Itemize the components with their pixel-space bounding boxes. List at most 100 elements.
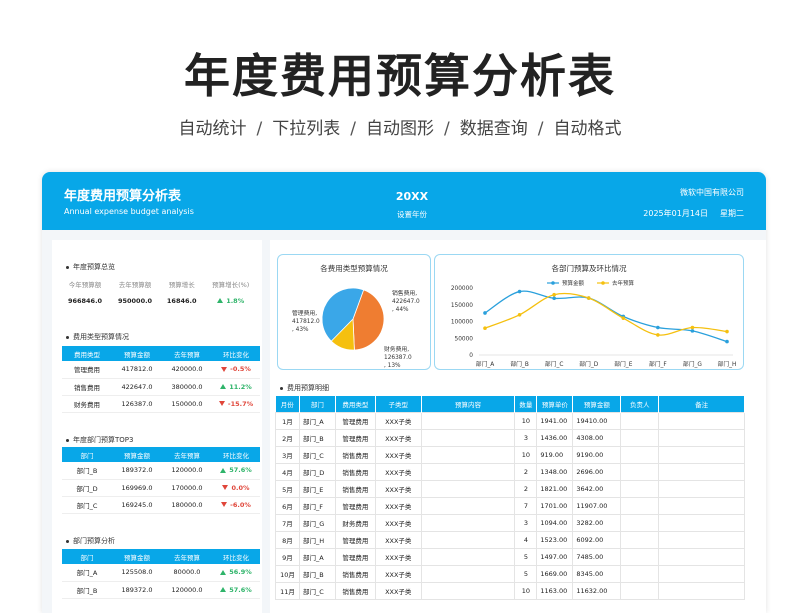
detail-cell[interactable]: 部门_E	[298, 479, 336, 498]
detail-cell[interactable]	[420, 564, 516, 583]
detail-cell[interactable]: 1821.00	[536, 479, 574, 498]
detail-cell[interactable]	[658, 496, 745, 515]
detail-cell[interactable]: XXX子类	[374, 513, 422, 532]
detail-cell[interactable]: 5	[514, 547, 538, 566]
detail-cell[interactable]: 11月	[275, 581, 300, 600]
detail-cell[interactable]	[420, 513, 516, 532]
detail-cell[interactable]: 7485.00	[572, 547, 622, 566]
detail-cell[interactable]	[620, 513, 660, 532]
detail-cell[interactable]: 9190.00	[572, 445, 622, 464]
detail-cell[interactable]: 3	[514, 513, 538, 532]
detail-cell[interactable]: 10	[514, 411, 538, 430]
detail-cell[interactable]	[420, 530, 516, 549]
detail-cell[interactable]: 8月	[275, 530, 300, 549]
detail-cell[interactable]: 部门_C	[298, 581, 336, 600]
detail-cell[interactable]: 5月	[275, 479, 300, 498]
detail-cell[interactable]	[420, 581, 516, 600]
detail-cell[interactable]: 4	[514, 530, 538, 549]
detail-cell[interactable]	[420, 547, 516, 566]
detail-cell[interactable]	[420, 462, 516, 481]
detail-cell[interactable]	[420, 496, 516, 515]
detail-cell[interactable]	[620, 496, 660, 515]
detail-cell[interactable]: 销售费用	[334, 581, 376, 600]
detail-cell[interactable]: 6月	[275, 496, 300, 515]
detail-cell[interactable]	[420, 445, 516, 464]
detail-cell[interactable]: 1523.00	[536, 530, 574, 549]
detail-cell[interactable]: 919.00	[536, 445, 574, 464]
detail-cell[interactable]: 销售费用	[334, 445, 376, 464]
detail-cell[interactable]: 财务费用	[334, 513, 376, 532]
detail-cell[interactable]: 3月	[275, 445, 300, 464]
detail-cell[interactable]: 部门_C	[298, 445, 336, 464]
detail-cell[interactable]: 3	[514, 428, 538, 447]
detail-cell[interactable]	[658, 411, 745, 430]
detail-cell[interactable]: 部门_F	[298, 496, 336, 515]
detail-cell[interactable]: 销售费用	[334, 564, 376, 583]
detail-cell[interactable]: 管理费用	[334, 428, 376, 447]
detail-cell[interactable]	[658, 513, 745, 532]
detail-cell[interactable]: 1436.00	[536, 428, 574, 447]
detail-cell[interactable]: 1月	[275, 411, 300, 430]
detail-cell[interactable]	[420, 479, 516, 498]
detail-cell[interactable]: 管理费用	[334, 530, 376, 549]
detail-cell[interactable]: 部门_H	[298, 530, 336, 549]
detail-cell[interactable]: XXX子类	[374, 445, 422, 464]
detail-cell[interactable]	[420, 428, 516, 447]
detail-cell[interactable]: 4308.00	[572, 428, 622, 447]
detail-cell[interactable]: 部门_A	[298, 547, 336, 566]
detail-cell[interactable]	[620, 411, 660, 430]
detail-cell[interactable]: XXX子类	[374, 462, 422, 481]
detail-cell[interactable]: 3642.00	[572, 479, 622, 498]
detail-cell[interactable]: 1941.00	[536, 411, 574, 430]
detail-cell[interactable]	[620, 445, 660, 464]
detail-cell[interactable]: 销售费用	[334, 462, 376, 481]
detail-cell[interactable]: 11907.00	[572, 496, 622, 515]
detail-cell[interactable]	[658, 445, 745, 464]
detail-cell[interactable]: 7月	[275, 513, 300, 532]
detail-cell[interactable]: 1701.00	[536, 496, 574, 515]
detail-cell[interactable]	[658, 530, 745, 549]
detail-cell[interactable]: 11632.00	[572, 581, 622, 600]
year-value[interactable]: 20XX	[382, 190, 442, 203]
detail-cell[interactable]	[658, 428, 745, 447]
detail-cell[interactable]: 部门_B	[298, 564, 336, 583]
detail-cell[interactable]: 销售费用	[334, 479, 376, 498]
detail-cell[interactable]: 3282.00	[572, 513, 622, 532]
detail-cell[interactable]	[620, 462, 660, 481]
detail-cell[interactable]: 1497.00	[536, 547, 574, 566]
detail-cell[interactable]	[620, 581, 660, 600]
detail-cell[interactable]: XXX子类	[374, 428, 422, 447]
detail-cell[interactable]	[620, 564, 660, 583]
detail-cell[interactable]: 管理费用	[334, 411, 376, 430]
detail-cell[interactable]: 2	[514, 479, 538, 498]
detail-cell[interactable]: 2月	[275, 428, 300, 447]
detail-cell[interactable]	[658, 581, 745, 600]
detail-cell[interactable]: 10	[514, 581, 538, 600]
detail-cell[interactable]	[620, 530, 660, 549]
detail-cell[interactable]	[620, 479, 660, 498]
detail-cell[interactable]: 管理费用	[334, 547, 376, 566]
detail-cell[interactable]	[620, 547, 660, 566]
detail-cell[interactable]: 10	[514, 445, 538, 464]
detail-cell[interactable]: 1348.00	[536, 462, 574, 481]
detail-cell[interactable]: 1669.00	[536, 564, 574, 583]
detail-cell[interactable]: XXX子类	[374, 564, 422, 583]
detail-cell[interactable]: 4月	[275, 462, 300, 481]
detail-cell[interactable]	[658, 462, 745, 481]
detail-cell[interactable]: XXX子类	[374, 547, 422, 566]
detail-cell[interactable]: 部门_B	[298, 428, 336, 447]
detail-cell[interactable]: XXX子类	[374, 496, 422, 515]
detail-cell[interactable]: 6092.00	[572, 530, 622, 549]
detail-cell[interactable]	[620, 428, 660, 447]
detail-cell[interactable]: 7	[514, 496, 538, 515]
detail-cell[interactable]: 2696.00	[572, 462, 622, 481]
detail-cell[interactable]: XXX子类	[374, 479, 422, 498]
detail-cell[interactable]: 9月	[275, 547, 300, 566]
detail-cell[interactable]: 部门_D	[298, 462, 336, 481]
detail-cell[interactable]: 管理费用	[334, 496, 376, 515]
detail-cell[interactable]: 2	[514, 462, 538, 481]
detail-cell[interactable]: XXX子类	[374, 411, 422, 430]
detail-cell[interactable]: 部门_A	[298, 411, 336, 430]
detail-cell[interactable]: 部门_G	[298, 513, 336, 532]
detail-cell[interactable]: 1163.00	[536, 581, 574, 600]
